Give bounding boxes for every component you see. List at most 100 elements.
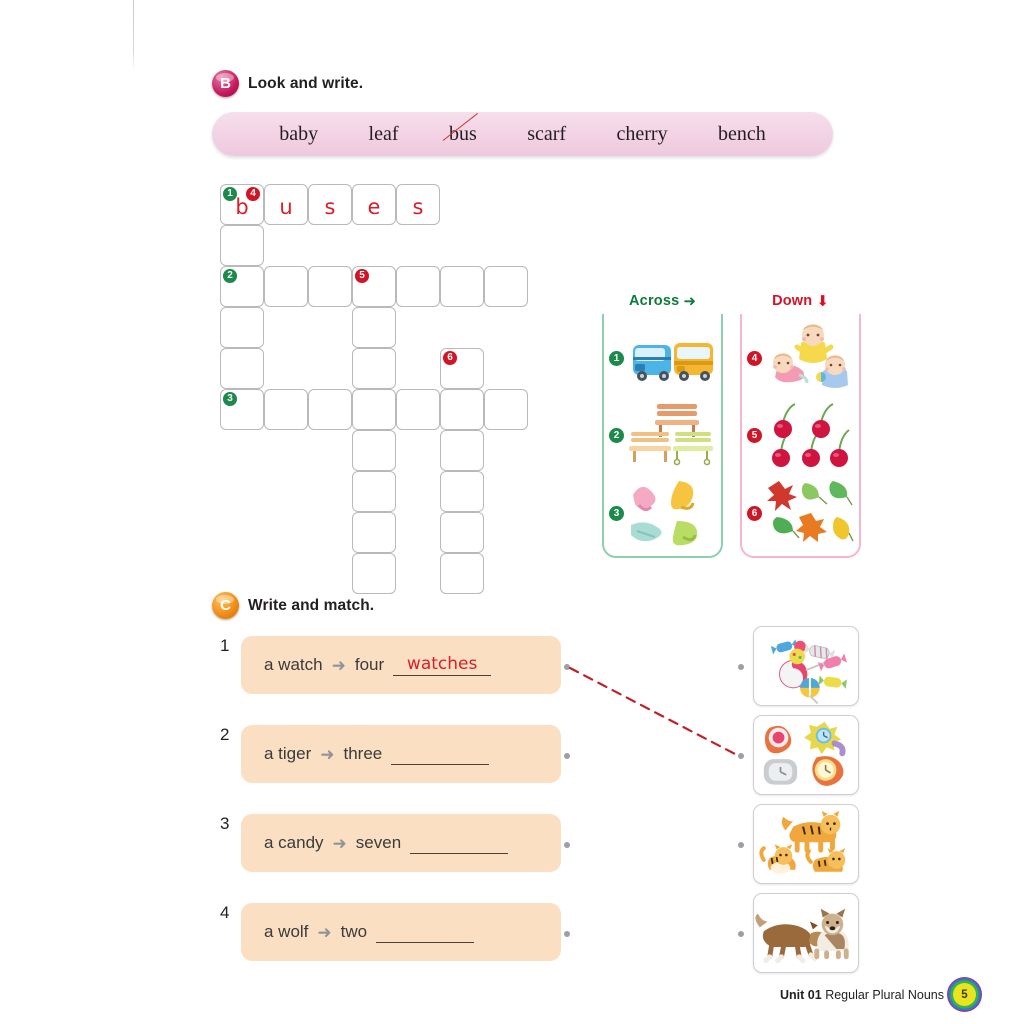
crossword-cell-r3c0[interactable] <box>220 307 264 348</box>
word-bank-item-bench[interactable]: bench <box>718 123 766 146</box>
across-clue-1-number: 1 <box>609 351 624 367</box>
crossword-cell-r7c3[interactable] <box>352 471 396 512</box>
crossword-cell-r4c0[interactable] <box>220 348 264 389</box>
across-clue-2: 2 <box>602 398 723 474</box>
exercise-index-4: 4 <box>220 903 230 922</box>
crossword-cell-r2c4[interactable] <box>396 266 440 307</box>
arrow-right-icon: ➜ <box>683 292 696 310</box>
crossword-cell-r6c5[interactable] <box>440 430 484 471</box>
section-b-badge: B <box>212 70 239 97</box>
crossword-cell-r5c0[interactable]: 3 <box>220 389 264 430</box>
across-clue-panel: Across ➜ 1 2 3 <box>602 288 723 558</box>
word-bank-item-baby[interactable]: baby <box>279 123 318 146</box>
down-label: Down <box>772 293 813 309</box>
footer-topic: Regular Plural Nouns <box>825 987 944 1002</box>
exercise-2-singular: a tiger <box>264 744 312 763</box>
card-dot-3[interactable] <box>738 842 744 848</box>
crossword-cell-r2c6[interactable] <box>484 266 528 307</box>
crossword-cell-r0c2[interactable]: s <box>308 184 352 225</box>
footer-label: Unit 01 Regular Plural Nouns <box>780 988 944 1002</box>
word-bank-item-cherry[interactable]: cherry <box>617 123 668 146</box>
crossword-cell-r7c5[interactable] <box>440 471 484 512</box>
crossword-cell-r2c1[interactable] <box>264 266 308 307</box>
word-bank-item-leaf[interactable]: leaf <box>369 123 399 146</box>
crossword-letter-r0c4: s <box>412 195 424 219</box>
exercise-3-singular: a candy <box>264 833 324 852</box>
crossword-letter-r0c3: e <box>367 195 381 219</box>
word-bank-item-bus[interactable]: bus <box>449 123 477 146</box>
exercise-1-answer-blank[interactable]: watches <box>393 654 492 676</box>
crossword-cell-r3c3[interactable] <box>352 307 396 348</box>
crossword-cell-r5c1[interactable] <box>264 389 308 430</box>
section-c-header: C Write and match. <box>212 592 374 619</box>
across-label: Across <box>629 293 680 309</box>
arrow-right-icon: ➜ <box>331 655 346 675</box>
crossword-cell-r6c3[interactable] <box>352 430 396 471</box>
exercise-1-singular: a watch <box>264 655 323 674</box>
crossword-cell-r4c5[interactable]: 6 <box>440 348 484 389</box>
down-clue-4: 4 <box>740 321 861 397</box>
crossword-cell-r0c0[interactable]: 1 4 b <box>220 184 264 225</box>
picture-card-tigers[interactable] <box>753 804 859 884</box>
down-panel-header: Down ⬇ <box>740 288 861 314</box>
crossword-cell-r5c2[interactable] <box>308 389 352 430</box>
exercise-4-singular: a wolf <box>264 922 309 941</box>
card-dot-2[interactable] <box>738 753 744 759</box>
picture-card-candies[interactable] <box>753 626 859 706</box>
crossword-cell-r0c4[interactable]: s <box>396 184 440 225</box>
match-dot-2[interactable] <box>564 753 570 759</box>
across-clue-3-number: 3 <box>609 505 624 521</box>
crossword-cell-r2c0[interactable]: 2 <box>220 266 264 307</box>
crossword-cell-r9c5[interactable] <box>440 553 484 594</box>
crossword-number-5: 5 <box>355 269 369 283</box>
crossword-cell-r4c3[interactable] <box>352 348 396 389</box>
two-buses-icon <box>629 323 717 395</box>
crossword-cell-r5c5[interactable] <box>440 389 484 430</box>
exercise-2-answer-blank[interactable] <box>391 743 490 765</box>
crossword-cell-r2c3[interactable]: 5 <box>352 266 396 307</box>
crossword-letter-r0c0: b <box>235 195 249 219</box>
down-clue-6: 6 <box>740 475 861 551</box>
down-clue-panel: Down ⬇ 4 5 6 <box>740 288 861 558</box>
arrow-right-icon: ➜ <box>320 744 335 764</box>
exercise-row-1: a watch ➜ four watches <box>241 636 561 694</box>
crossword-cell-r8c3[interactable] <box>352 512 396 553</box>
crossword-cell-r0c3[interactable]: e <box>352 184 396 225</box>
exercise-3-answer-blank[interactable] <box>410 832 509 854</box>
six-leaves-icon <box>767 477 855 549</box>
match-dot-1[interactable] <box>564 664 570 670</box>
exercise-4-answer-blank[interactable] <box>376 921 475 943</box>
crossword-cell-r5c3[interactable] <box>352 389 396 430</box>
exercise-index-3: 3 <box>220 814 230 833</box>
three-babies-icon <box>767 323 855 395</box>
across-clue-3: 3 <box>602 475 723 551</box>
down-clue-6-number: 6 <box>747 505 762 521</box>
arrow-right-icon: ➜ <box>317 922 332 942</box>
crossword-cell-r2c5[interactable] <box>440 266 484 307</box>
crossword-cell-r5c6[interactable] <box>484 389 528 430</box>
crossword-grid: 1 4 b u s e s 2 5 6 3 <box>220 184 535 594</box>
crossword-number-6: 6 <box>443 351 457 365</box>
match-dot-4[interactable] <box>564 931 570 937</box>
exercise-1-answer: watches <box>406 654 478 674</box>
crossword-cell-r0c1[interactable]: u <box>264 184 308 225</box>
card-dot-4[interactable] <box>738 931 744 937</box>
section-c-badge: C <box>212 592 239 619</box>
picture-card-wolves[interactable] <box>753 893 859 973</box>
crossword-cell-r8c5[interactable] <box>440 512 484 553</box>
crossword-cell-r2c2[interactable] <box>308 266 352 307</box>
card-dot-1[interactable] <box>738 664 744 670</box>
crossword-cell-r9c3[interactable] <box>352 553 396 594</box>
page-footer: Unit 01 Regular Plural Nouns 5 <box>780 983 976 1006</box>
crossword-cell-r1c0[interactable] <box>220 225 264 266</box>
match-dot-3[interactable] <box>564 842 570 848</box>
picture-card-watches[interactable] <box>753 715 859 795</box>
arrow-down-icon: ⬇ <box>816 292 829 310</box>
word-bank: baby leaf bus scarf cherry bench <box>212 112 833 156</box>
footer-unit: Unit 01 <box>780 987 822 1002</box>
section-b-header: B Look and write. <box>212 70 363 97</box>
crossword-cell-r5c4[interactable] <box>396 389 440 430</box>
exercise-row-2: a tiger ➜ three <box>241 725 561 783</box>
word-bank-item-scarf[interactable]: scarf <box>527 123 566 146</box>
section-c-title: Write and match. <box>248 596 375 614</box>
